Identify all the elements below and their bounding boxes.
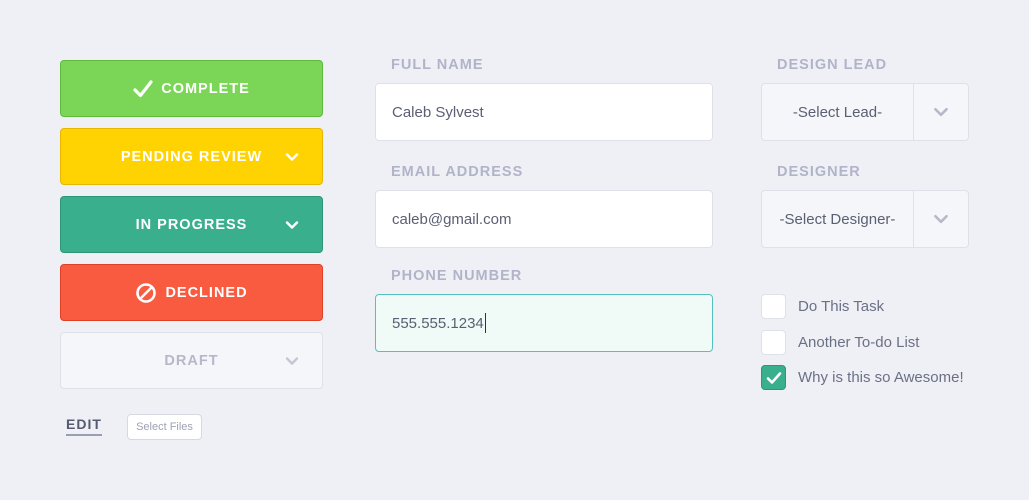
design-lead-label: DESIGN LEAD [777,57,888,73]
phone-value: 555.555.1234 [392,314,484,332]
in-progress-label: IN PROGRESS [135,216,248,233]
checkbox[interactable] [761,330,786,355]
edit-link[interactable]: EDIT [66,416,102,436]
draft-button[interactable]: DRAFT [60,332,323,389]
declined-button[interactable]: DECLINED [60,264,323,321]
checkmark-icon [133,79,153,97]
email-label: EMAIL ADDRESS [391,164,524,180]
email-input[interactable]: caleb@gmail.com [375,190,713,248]
design-lead-select[interactable]: -Select Lead- [761,83,969,141]
checkbox-checked[interactable] [761,365,786,390]
chevron-down-icon [285,221,299,229]
designer-select[interactable]: -Select Designer- [761,190,969,248]
pending-review-label: PENDING REVIEW [120,148,263,165]
prohibited-icon [136,282,157,303]
declined-label: DECLINED [165,284,248,301]
todo-item[interactable]: Another To-do List [761,330,919,355]
chevron-down-icon [934,214,948,224]
todo-item[interactable]: Do This Task [761,294,884,319]
full-name-value: Caleb Sylvest [392,103,484,121]
checkmark-icon [766,371,781,384]
phone-label: PHONE NUMBER [391,268,523,284]
full-name-input[interactable]: Caleb Sylvest [375,83,713,141]
checkbox[interactable] [761,294,786,319]
text-caret [484,313,486,333]
todo-label: Another To-do List [798,334,920,351]
chevron-down-icon [934,107,948,117]
email-value: caleb@gmail.com [392,210,512,228]
todo-label: Why is this so Awesome! [798,369,964,386]
chevron-down-icon [285,357,299,365]
todo-item[interactable]: Why is this so Awesome! [761,365,964,390]
design-lead-dropdown-toggle[interactable] [914,84,968,140]
todo-label: Do This Task [798,298,885,315]
select-files-button[interactable]: Select Files [127,414,202,440]
designer-label: DESIGNER [777,164,861,180]
pending-review-button[interactable]: PENDING REVIEW [60,128,323,185]
complete-label: COMPLETE [161,80,250,97]
design-lead-value: -Select Lead- [762,84,914,140]
designer-dropdown-toggle[interactable] [914,191,968,247]
chevron-down-icon [285,153,299,161]
draft-label: DRAFT [164,352,219,369]
in-progress-button[interactable]: IN PROGRESS [60,196,323,253]
phone-input[interactable]: 555.555.1234 [375,294,713,352]
full-name-label: FULL NAME [391,57,484,73]
designer-value: -Select Designer- [762,191,914,247]
complete-button[interactable]: COMPLETE [60,60,323,117]
